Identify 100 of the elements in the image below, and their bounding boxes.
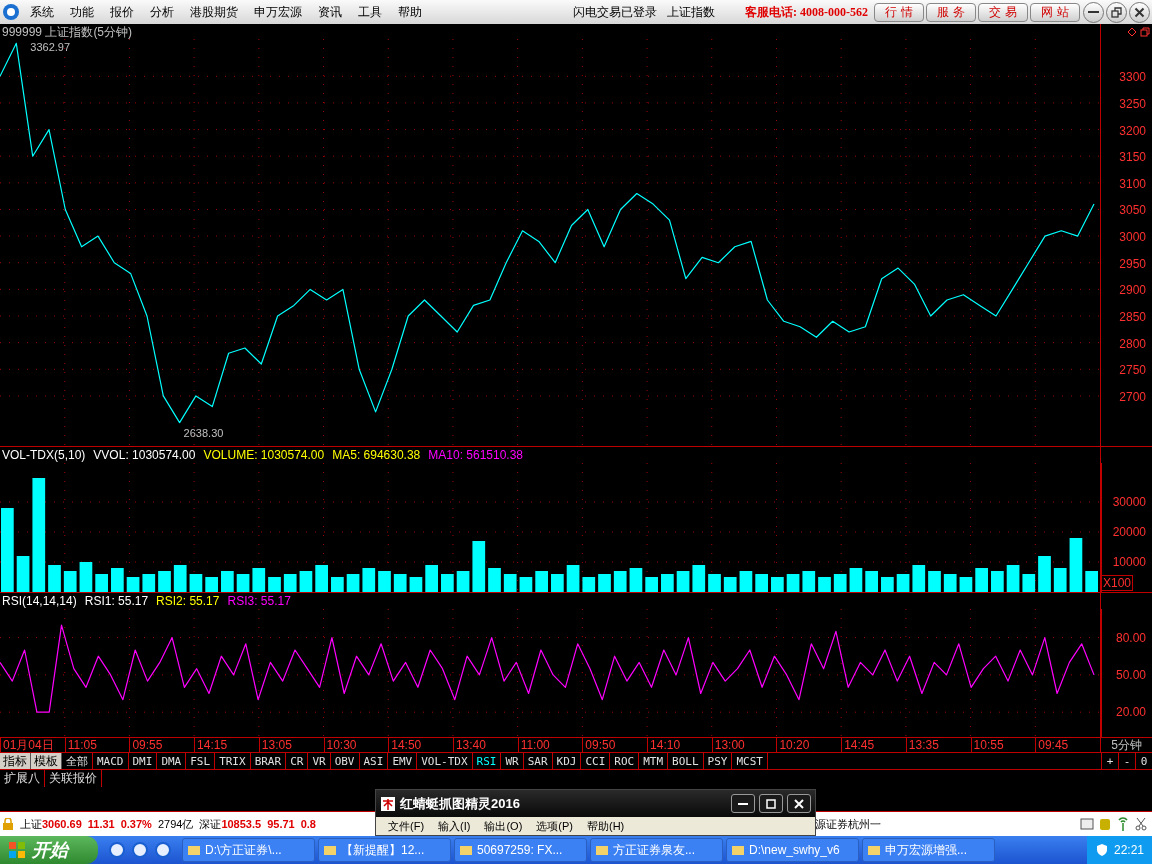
menu-item[interactable]: 申万宏源 xyxy=(246,3,310,21)
volume-bar xyxy=(1022,574,1036,592)
close-button[interactable] xyxy=(1129,1,1150,23)
price-axis-label: 3300 xyxy=(1119,70,1146,85)
indicator-tab[interactable]: BRAR xyxy=(250,753,287,769)
indicator-tab[interactable]: CCI xyxy=(581,753,611,769)
menu-item[interactable]: 帮助 xyxy=(390,3,430,21)
indicator-tab[interactable]: MTM xyxy=(639,753,669,769)
extra-tab[interactable]: 关联报价 xyxy=(45,770,102,787)
rsi-axis-label: 50.00 xyxy=(1115,667,1146,682)
volume-bar xyxy=(173,565,187,592)
chart-title: 999999 上证指数(5分钟) xyxy=(2,24,133,39)
quick-launch-icon[interactable] xyxy=(131,841,149,859)
layout-icon[interactable] xyxy=(1080,817,1094,831)
menu-item[interactable]: 输出(O) xyxy=(484,817,523,835)
indicator-tab[interactable]: SAR xyxy=(523,753,553,769)
volume-bar xyxy=(912,565,926,592)
quick-launch-icon[interactable] xyxy=(108,841,126,859)
indicator-tab[interactable]: MACD xyxy=(93,753,129,769)
restore-button[interactable] xyxy=(1106,1,1127,23)
menu-item[interactable]: 帮助(H) xyxy=(587,817,625,835)
close-button[interactable] xyxy=(787,794,811,813)
quick-launch-icon[interactable] xyxy=(154,841,172,859)
extra-tab[interactable]: 扩展八 xyxy=(0,770,45,787)
volume-bar xyxy=(158,571,171,592)
price-axis-label: 2850 xyxy=(1119,310,1146,324)
scissors-icon[interactable] xyxy=(1134,817,1148,831)
indicator-tab[interactable]: WR xyxy=(501,753,524,769)
volume-bar xyxy=(63,571,77,592)
indicator-tab[interactable]: ASI xyxy=(359,753,389,769)
volume-bar xyxy=(1069,538,1083,592)
volume-axis-label: 10000 xyxy=(1112,555,1146,569)
indicator-tab[interactable]: DMI xyxy=(128,753,158,769)
windows-logo-icon xyxy=(8,841,26,859)
indicator-tab[interactable]: RSI xyxy=(472,753,502,769)
menu-item[interactable]: 报价 xyxy=(102,3,142,21)
indicator-tab[interactable]: MCST xyxy=(732,753,768,769)
volume-bar xyxy=(833,574,847,592)
volume-bar xyxy=(645,577,658,592)
indicator-tab[interactable]: OBV xyxy=(330,753,360,769)
indicator-tab[interactable]: DMA xyxy=(157,753,187,769)
menu-item[interactable]: 输入(I) xyxy=(438,817,471,835)
shield-icon[interactable] xyxy=(1094,843,1109,857)
volume-bar xyxy=(441,574,454,592)
indicator-tab[interactable]: TRIX xyxy=(215,753,251,769)
minimize-button[interactable] xyxy=(1083,1,1104,23)
volume-bar xyxy=(95,574,108,592)
menu-item[interactable]: 系统 xyxy=(22,3,62,21)
volume-bar xyxy=(488,568,501,592)
indicator-tab[interactable]: BOLL xyxy=(668,753,704,769)
zoom-button[interactable]: + xyxy=(1101,753,1118,769)
zoom-button[interactable]: - xyxy=(1118,753,1135,769)
indicator-tab[interactable]: VOL-TDX xyxy=(417,753,473,769)
indicator-legend: RSI2: 55.17 xyxy=(156,594,220,608)
indicator-tab[interactable]: 全部 xyxy=(62,753,93,769)
menu-item[interactable]: 工具 xyxy=(350,3,390,21)
volume-bar xyxy=(535,571,548,592)
nav-button[interactable]: 网 站 xyxy=(1030,2,1080,22)
nav-button[interactable]: 行 情 xyxy=(874,2,924,22)
indicator-tab[interactable]: PSY xyxy=(703,753,733,769)
taskbar-button[interactable]: D:\new_swhy_v6 xyxy=(726,838,859,862)
taskbar-button[interactable]: 方正证券泉友... xyxy=(590,838,723,862)
volume-bar xyxy=(566,565,580,592)
nav-button[interactable]: 交 易 xyxy=(978,2,1028,22)
volume-bar xyxy=(472,541,486,592)
clock-text: 22:21 xyxy=(1113,842,1144,859)
indicator-tab[interactable]: CR xyxy=(286,753,309,769)
taskbar-button[interactable]: D:\方正证券\... xyxy=(182,838,315,862)
signal-icon[interactable] xyxy=(1116,817,1130,831)
restore-icon[interactable] xyxy=(1140,27,1150,37)
mode-tab[interactable]: 模板 xyxy=(31,753,62,769)
menu-item[interactable]: 功能 xyxy=(62,3,102,21)
maximize-button[interactable] xyxy=(759,794,783,813)
volume-bar xyxy=(79,562,93,592)
zoom-button[interactable]: 0 xyxy=(1135,753,1152,769)
indicator-tab[interactable]: ROC xyxy=(610,753,640,769)
indicator-tab[interactable]: EMV xyxy=(388,753,418,769)
volume-bar xyxy=(299,571,313,592)
indicator-tab[interactable]: FSL xyxy=(186,753,216,769)
time-axis-label: 11:00 xyxy=(517,738,583,752)
volume-bar xyxy=(786,574,800,592)
taskbar-button[interactable]: 50697259: FX... xyxy=(454,838,587,862)
menu-item[interactable]: 文件(F) xyxy=(388,817,425,835)
menu-item[interactable]: 分析 xyxy=(142,3,182,21)
nav-button[interactable]: 服 务 xyxy=(926,2,976,22)
high-price-label: 3362.97 xyxy=(30,41,71,54)
menu-item[interactable]: 选项(P) xyxy=(536,817,573,835)
taskbar-button[interactable]: 申万宏源增强... xyxy=(862,838,995,862)
price-axis-label: 2750 xyxy=(1119,363,1146,378)
diamond-icon[interactable] xyxy=(1127,27,1137,37)
indicator-tab[interactable]: KDJ xyxy=(552,753,582,769)
time-axis-label: 13:40 xyxy=(452,738,518,752)
menu-item[interactable]: 资讯 xyxy=(310,3,350,21)
indicator-tab[interactable]: VR xyxy=(308,753,331,769)
mode-tab[interactable]: 指标 xyxy=(0,753,31,769)
volume-bar xyxy=(723,577,737,592)
rsi-axis-label: 80.00 xyxy=(1115,630,1146,645)
taskbar-button[interactable]: 【新提醒】12... xyxy=(318,838,451,862)
minimize-button[interactable] xyxy=(731,794,755,813)
menu-item[interactable]: 港股期货 xyxy=(182,3,246,21)
